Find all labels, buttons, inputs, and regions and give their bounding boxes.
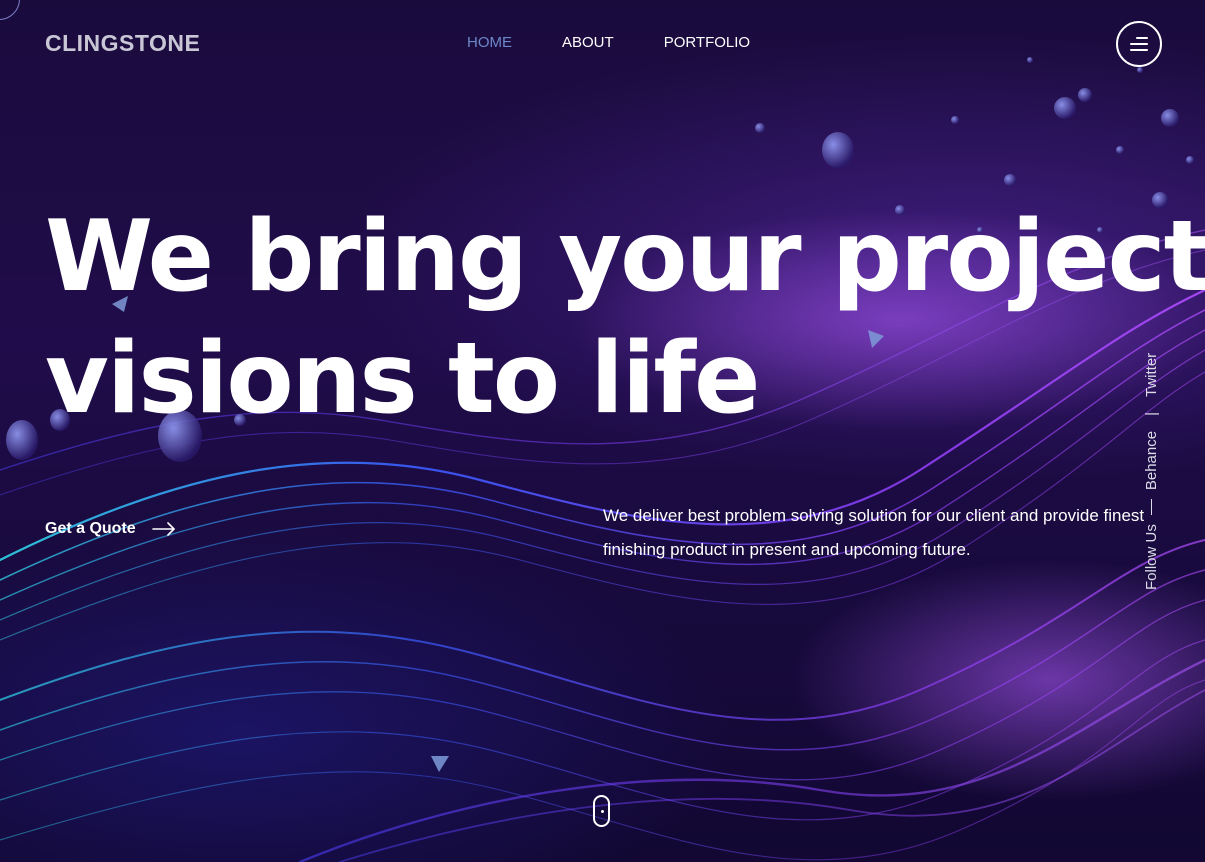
hamburger-menu-icon[interactable] [1116, 21, 1162, 67]
main-nav: HOME ABOUT PORTFOLIO [467, 34, 750, 51]
menu-line [1130, 49, 1148, 51]
nav-item-portfolio[interactable]: PORTFOLIO [664, 34, 750, 51]
hero-tagline: We deliver best problem solving solution… [603, 506, 1145, 559]
social-link-behance[interactable]: Behance [1143, 431, 1160, 490]
social-link-twitter[interactable]: Twitter [1143, 353, 1160, 397]
headline-line-1: We bring your project [45, 200, 1205, 314]
scroll-dot [600, 810, 604, 813]
menu-line [1136, 37, 1148, 39]
arrow-right-icon [151, 522, 175, 536]
cta-label: Get a Quote [45, 520, 136, 537]
hero-section: CLINGSTONE HOME ABOUT PORTFOLIO We bring… [0, 0, 1205, 862]
social-separator: | [1142, 412, 1160, 416]
menu-line [1130, 43, 1148, 45]
nav-item-about[interactable]: ABOUT [562, 34, 614, 51]
nav-item-home[interactable]: HOME [467, 34, 512, 51]
logo[interactable]: CLINGSTONE [45, 30, 200, 57]
mouse-scroll-icon[interactable] [593, 795, 610, 827]
hero-headline: We bring your project visions to life [45, 196, 1205, 440]
get-a-quote-button[interactable]: Get a Quote [45, 520, 176, 538]
headline-line-2: visions to life [45, 322, 761, 436]
follow-us-label: Follow Us [1142, 524, 1160, 590]
social-links: Follow Us Behance | Twitter [1139, 320, 1163, 590]
divider [1150, 499, 1152, 516]
triangle-decor-icon [431, 756, 449, 772]
